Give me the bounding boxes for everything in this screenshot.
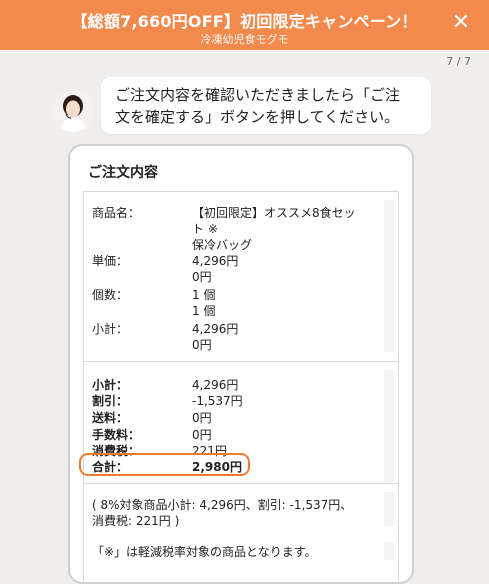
unit-price-value-1: 4,296円: [192, 254, 239, 268]
chat-message-line-1: ご注文内容を確認いただきましたら「ご注: [115, 86, 401, 104]
unit-price-label: 単価：: [92, 254, 129, 268]
tax-note-scrollbar[interactable]: [384, 492, 394, 526]
shop-name: 冷凍幼児食モグモ: [200, 33, 289, 46]
product-label: 商品名：: [92, 206, 141, 220]
quantity-value-1: 1 個: [192, 288, 216, 302]
order-summary-card: ご注文内容 商品名： 【初回限定】オススメ8食セッ ト ※ 保冷バッグ 単価： …: [68, 144, 414, 584]
operator-avatar-icon: [52, 90, 94, 132]
discount-label: 割引：: [92, 394, 129, 408]
step-counter: 7 / 7: [446, 55, 471, 68]
subtotal-label: 小計：: [92, 378, 129, 392]
line-subtotal-value-1: 4,296円: [192, 322, 239, 336]
shipping-label: 送料：: [92, 411, 129, 425]
total-highlight: [79, 453, 250, 476]
reduced-rate-scrollbar[interactable]: [384, 542, 394, 560]
tax-breakdown-line-1: ( 8%対象商品小計: 4,296円、割引: -1,537円、: [92, 498, 353, 512]
line-subtotal-value-2: 0円: [192, 338, 212, 352]
discount-value: -1,537円: [192, 394, 243, 408]
fee-value: 0円: [192, 428, 212, 442]
product-name: 【初回限定】オススメ8食セッ ト ※ 保冷バッグ: [192, 205, 392, 253]
campaign-title: 【総額7,660円OFF】初回限定キャンペーン！: [71, 12, 418, 31]
order-summary-title: ご注文内容: [88, 165, 158, 181]
campaign-header: 【総額7,660円OFF】初回限定キャンペーン！ 冷凍幼児食モグモ ✕: [0, 0, 489, 50]
product-name-line-3: 保冷バッグ: [192, 238, 253, 252]
divider: [84, 361, 398, 362]
operator-avatar: [52, 90, 94, 132]
reduced-rate-note: 「※」は軽減税率対象の商品となります。: [92, 545, 317, 559]
subtotal-value: 4,296円: [192, 378, 239, 392]
close-icon[interactable]: ✕: [447, 9, 475, 37]
order-details: 商品名： 【初回限定】オススメ8食セッ ト ※ 保冷バッグ 単価： 4,296円…: [83, 191, 399, 581]
divider: [84, 483, 398, 484]
shipping-value: 0円: [192, 411, 212, 425]
product-name-line-1: 【初回限定】オススメ8食セッ: [192, 206, 356, 220]
progress-bar: 7 / 7: [0, 50, 489, 72]
fee-label: 手数料：: [92, 428, 141, 442]
tax-breakdown-note: ( 8%対象商品小計: 4,296円、割引: -1,537円、 消費税: 221…: [92, 497, 382, 529]
tax-breakdown-line-2: 消費税: 221円 ): [92, 514, 180, 528]
line-subtotal-label: 小計：: [92, 322, 129, 336]
product-name-line-2: ト ※: [192, 222, 218, 236]
quantity-value-2: 1 個: [192, 304, 216, 318]
unit-price-value-2: 0円: [192, 270, 212, 284]
chat-message-line-2: 文を確定する」ボタンを押してください。: [115, 108, 400, 126]
chat-bubble: ご注文内容を確認いただきましたら「ご注 文を確定する」ボタンを押してください。: [101, 77, 431, 134]
quantity-label: 個数：: [92, 288, 129, 302]
